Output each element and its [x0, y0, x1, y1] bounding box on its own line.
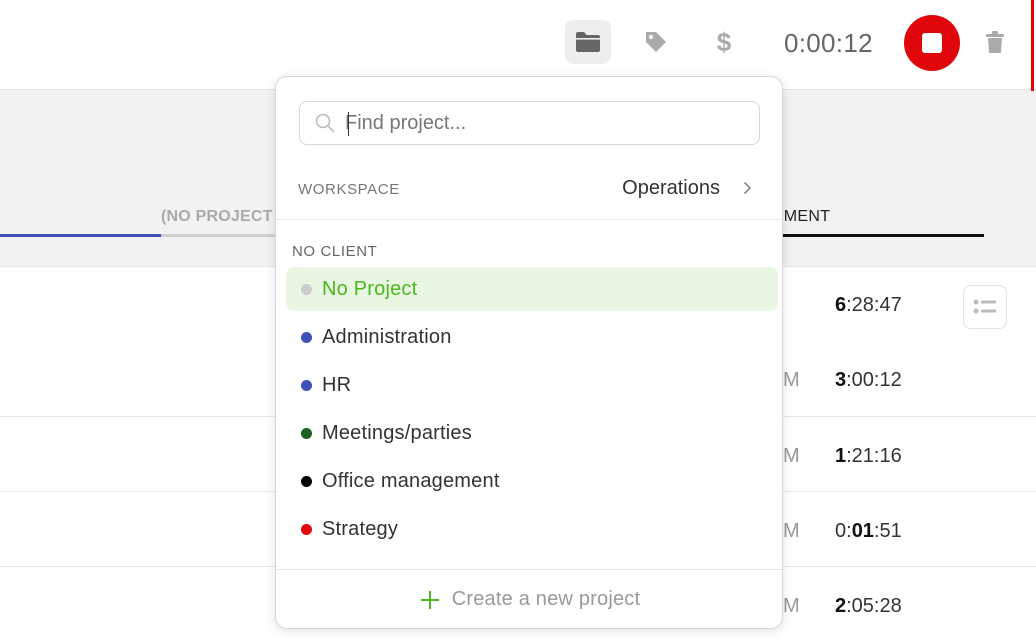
- row-duration: 1:21:16: [835, 445, 902, 467]
- folder-icon: [576, 32, 600, 52]
- create-project-label: Create a new project: [451, 588, 641, 610]
- list-icon: [973, 299, 996, 314]
- project-search-box[interactable]: [299, 101, 760, 145]
- workspace-selector[interactable]: Operations: [622, 177, 720, 200]
- svg-text:$: $: [717, 28, 732, 56]
- project-color-dot: [301, 475, 312, 487]
- plus-icon: [420, 590, 439, 609]
- project-item-no-project[interactable]: No Project: [286, 267, 778, 311]
- divider: [276, 219, 782, 220]
- project-color-dot: [301, 523, 312, 535]
- row-duration: 3:00:12: [835, 369, 902, 391]
- tab-bar-segment: [0, 234, 161, 237]
- tag-icon: [646, 32, 666, 52]
- tab-bar-segment: [161, 234, 276, 237]
- project-name: Strategy: [322, 517, 399, 540]
- dollar-icon: $: [717, 28, 732, 56]
- discard-button[interactable]: [984, 30, 1006, 59]
- entry-time: M: [783, 445, 800, 467]
- create-project-button[interactable]: Create a new project: [276, 569, 782, 628]
- trash-icon: [986, 31, 1004, 53]
- text-caret: [348, 112, 349, 136]
- project-button[interactable]: [565, 20, 611, 64]
- project-color-dot: [301, 331, 312, 343]
- project-name: Meetings/parties: [322, 421, 472, 444]
- project-item-hr[interactable]: HR: [286, 363, 778, 407]
- project-color-dot: [301, 379, 312, 391]
- project-name: Administration: [322, 325, 452, 348]
- project-name: HR: [322, 373, 352, 396]
- row-duration: 6:28:47: [835, 294, 902, 316]
- project-item-meetings-parties[interactable]: Meetings/parties: [286, 411, 778, 455]
- project-color-dot: [301, 427, 312, 439]
- project-search-input[interactable]: [345, 111, 735, 135]
- tag-button[interactable]: [633, 20, 679, 64]
- tab-no-project[interactable]: (NO PROJECT: [161, 208, 273, 226]
- row-duration: 0:01:51: [835, 520, 902, 542]
- project-item-administration[interactable]: Administration: [286, 315, 778, 359]
- billable-button[interactable]: $: [701, 20, 747, 64]
- chevron-right-icon[interactable]: [743, 180, 753, 196]
- entry-time: M: [783, 520, 800, 542]
- stop-icon: [922, 33, 942, 53]
- row-duration: 2:05:28: [835, 595, 902, 617]
- project-name: Office management: [322, 469, 500, 492]
- project-item-strategy[interactable]: Strategy: [286, 507, 778, 551]
- stop-timer-button[interactable]: [904, 15, 960, 71]
- project-name: No Project: [322, 277, 418, 300]
- search-icon: [315, 113, 335, 133]
- project-item-office-management[interactable]: Office management: [286, 459, 778, 503]
- workspace-label: WORKSPACE: [298, 181, 400, 198]
- tab-bar-segment: [760, 234, 984, 237]
- entry-time: M: [783, 595, 800, 617]
- timer-display: 0:00:12: [784, 28, 873, 58]
- client-group-label: NO CLIENT: [292, 243, 378, 260]
- project-color-dot: [301, 283, 312, 295]
- project-picker-dropdown: WORKSPACE Operations NO CLIENT No Projec…: [275, 76, 783, 629]
- bulk-edit-button[interactable]: [963, 285, 1007, 329]
- entry-time: M: [783, 369, 800, 391]
